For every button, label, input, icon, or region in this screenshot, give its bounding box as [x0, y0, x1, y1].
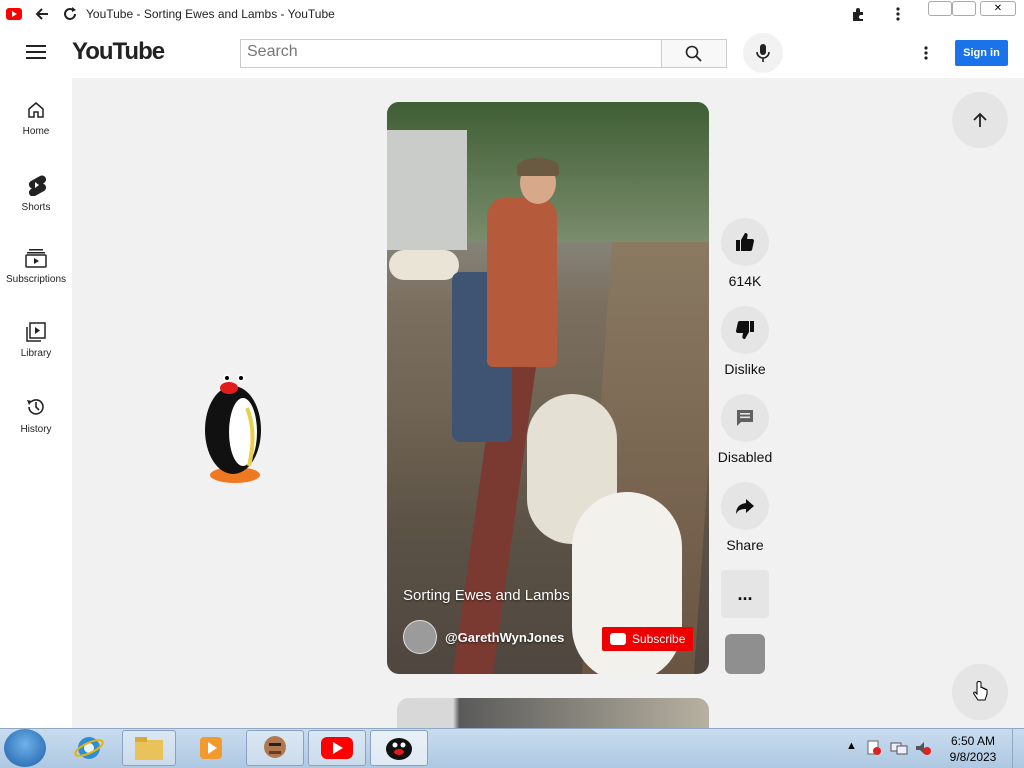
history-icon	[25, 396, 47, 418]
subscriptions-icon	[25, 248, 47, 268]
sidebar-item-label: Home	[22, 126, 50, 137]
like-count: 614K	[728, 273, 762, 289]
character-app-icon	[261, 733, 289, 763]
search-button[interactable]	[661, 39, 727, 68]
share-button[interactable]	[721, 482, 769, 530]
more-icon: ...	[737, 584, 753, 604]
sidebar-item-home[interactable]: Home	[0, 100, 72, 170]
like-action: 614K	[721, 218, 769, 289]
start-button[interactable]	[4, 729, 46, 767]
dislike-action: Dislike	[721, 306, 769, 377]
channel-thumbnail[interactable]	[725, 634, 765, 674]
show-hidden-icons[interactable]: ▲	[846, 740, 857, 752]
next-video-button[interactable]	[952, 664, 1008, 720]
share-action: Share	[721, 482, 769, 553]
video-frame	[487, 197, 557, 367]
taskbar-media-player[interactable]	[184, 730, 238, 766]
penguin-character-image	[195, 362, 275, 487]
comment-icon	[735, 408, 755, 428]
home-icon	[26, 100, 46, 120]
library-icon	[26, 322, 46, 342]
channel-avatar[interactable]	[403, 620, 437, 654]
window-titlebar: YouTube - Sorting Ewes and Lambs - YouTu…	[0, 0, 1024, 28]
video-title[interactable]: Sorting Ewes and Lambs	[403, 587, 570, 604]
search-icon	[685, 45, 703, 63]
search-input[interactable]: Search	[240, 39, 662, 68]
sidebar-item-library[interactable]: Library	[0, 322, 72, 392]
taskbar-internet-explorer[interactable]	[60, 730, 118, 766]
media-player-icon	[198, 735, 224, 761]
taskbar-explorer[interactable]	[122, 730, 176, 766]
voice-search-button[interactable]	[743, 33, 783, 73]
sidebar-item-label: Library	[20, 348, 52, 359]
sidebar-item-label: Shorts	[21, 202, 51, 213]
sidebar-item-shorts[interactable]: Shorts	[0, 174, 72, 244]
volume-muted-icon[interactable]	[914, 740, 932, 756]
network-icon[interactable]	[890, 740, 908, 756]
thumbs-down-icon	[735, 320, 755, 340]
folder-icon	[134, 735, 164, 761]
microphone-icon	[756, 43, 770, 63]
hamburger-menu-icon[interactable]	[26, 44, 46, 60]
hand-cursor-icon	[972, 681, 988, 703]
channel-name[interactable]: @GarethWynJones	[445, 630, 564, 645]
logo-text: YouTube	[72, 38, 165, 65]
sidebar-item-history[interactable]: History	[0, 396, 72, 466]
comments-action: Disabled	[717, 394, 773, 465]
internet-explorer-icon	[74, 733, 104, 763]
system-clock[interactable]: 6:50 AM 9/8/2023	[940, 733, 1006, 765]
clock-time: 6:50 AM	[950, 734, 996, 748]
settings-menu-icon[interactable]	[922, 45, 930, 61]
youtube-icon	[610, 633, 626, 645]
reload-icon[interactable]	[62, 6, 78, 22]
previous-video-button[interactable]	[952, 92, 1008, 148]
video-frame	[389, 250, 459, 280]
next-short-preview[interactable]	[397, 698, 709, 728]
restore-button[interactable]	[952, 1, 976, 16]
penguin-app-icon	[384, 735, 414, 761]
share-label: Share	[726, 537, 764, 553]
sidebar-item-label: Subscriptions	[5, 274, 67, 285]
video-frame	[517, 158, 559, 176]
close-button[interactable]: ✕	[980, 1, 1016, 16]
action-center-icon[interactable]	[866, 740, 882, 756]
shorts-icon	[26, 174, 46, 196]
sidebar-item-label: History	[20, 424, 52, 435]
extensions-icon[interactable]	[850, 6, 866, 22]
thumbs-up-icon	[735, 232, 755, 252]
window-title: YouTube - Sorting Ewes and Lambs - YouTu…	[86, 7, 335, 21]
taskbar-pingu[interactable]	[370, 730, 428, 766]
youtube-logo[interactable]: YouTube	[72, 38, 165, 66]
sidebar-item-subscriptions[interactable]: Subscriptions	[0, 248, 72, 318]
like-button[interactable]	[721, 218, 769, 266]
subscribe-label: Subscribe	[632, 632, 686, 646]
sidebar: Home Shorts Subscriptions Library Histor…	[0, 78, 72, 728]
taskbar-youtube[interactable]	[308, 730, 366, 766]
share-icon	[735, 496, 755, 516]
comments-button[interactable]	[721, 394, 769, 442]
video-frame	[387, 130, 467, 250]
subscribe-button[interactable]: Subscribe	[602, 627, 693, 651]
arrow-up-icon	[971, 111, 989, 129]
browser-menu-icon[interactable]	[894, 6, 902, 22]
youtube-app-icon	[321, 737, 353, 759]
short-video-player[interactable]: Sorting Ewes and Lambs @GarethWynJones S…	[387, 102, 709, 674]
youtube-favicon-icon	[6, 8, 22, 20]
comments-label: Disabled	[717, 449, 773, 465]
dislike-label: Dislike	[724, 361, 766, 377]
minimize-button[interactable]	[928, 1, 952, 16]
back-icon[interactable]	[34, 6, 50, 22]
taskbar-app-character[interactable]	[246, 730, 304, 766]
sign-in-button[interactable]: Sign in	[955, 40, 1008, 66]
dislike-button[interactable]	[721, 306, 769, 354]
show-desktop-button[interactable]	[1012, 729, 1024, 768]
more-options-button[interactable]: ...	[721, 570, 769, 618]
clock-date: 9/8/2023	[949, 750, 997, 764]
